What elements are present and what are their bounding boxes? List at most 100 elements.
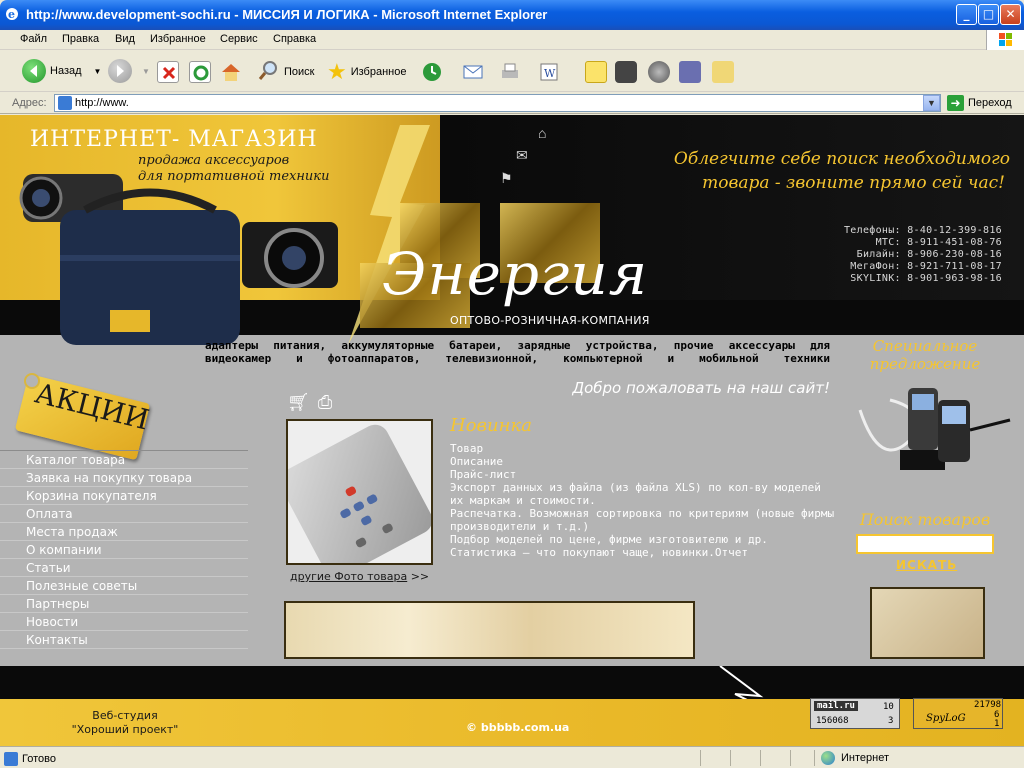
- slogan-line-1: Облегчите себе поиск необходимого: [673, 149, 1010, 169]
- product-line: Товар: [450, 442, 484, 455]
- history-icon[interactable]: [421, 61, 443, 83]
- phone-skylink: SKYLINK: 8-901-963-98-16: [850, 273, 1002, 284]
- more-photos-link[interactable]: другие Фото товара: [290, 570, 407, 583]
- close-button[interactable]: ✕: [1000, 4, 1021, 25]
- title-bar: e http://www.development-sochi.ru - МИСС…: [0, 0, 1024, 30]
- mailru-counter[interactable]: mail.ru 10 156068 3: [810, 698, 900, 729]
- spylog-counter[interactable]: 21798 SpyLoG 6 1: [913, 698, 1003, 729]
- menu-favorites[interactable]: Избранное: [150, 33, 206, 45]
- forward-dropdown-icon[interactable]: ▼: [142, 67, 150, 76]
- word-edit-icon[interactable]: W: [538, 61, 560, 83]
- nav-stores[interactable]: Места продаж: [0, 523, 248, 541]
- home-icon[interactable]: [220, 61, 242, 83]
- nav-about[interactable]: О компании: [0, 541, 248, 559]
- product-line: Подбор моделей по цене, фирме изготовите…: [450, 533, 768, 546]
- back-button[interactable]: Назад ▼: [22, 59, 101, 83]
- site-header: ИНТЕРНЕТ- МАГАЗИН продажа аксессуаров дл…: [0, 115, 1024, 345]
- windows-logo-icon: [986, 30, 1024, 50]
- camera-bag-image: [55, 185, 245, 360]
- nav-contacts[interactable]: Контакты: [0, 631, 248, 649]
- phone-list: Телефоны: 8-40-12-399-816 МТС: 8-911-451…: [790, 225, 1002, 285]
- product-image[interactable]: [286, 419, 433, 565]
- welcome-text: Добро пожаловать на наш сайт!: [572, 379, 830, 397]
- mailru-count-1: 10: [883, 702, 894, 712]
- folder-icon[interactable]: [712, 61, 734, 83]
- refresh-icon[interactable]: [189, 61, 211, 83]
- stop-icon[interactable]: [157, 61, 179, 83]
- messenger-icon[interactable]: [615, 61, 637, 83]
- print-icon[interactable]: ⎙: [318, 392, 332, 413]
- favorites-label: Избранное: [350, 66, 407, 78]
- phone-main: Телефоны: 8-40-12-399-816: [843, 225, 1002, 236]
- mailru-count-3: 3: [888, 716, 894, 726]
- spylog-logo: SpyLoG: [926, 713, 966, 724]
- promo-tag[interactable]: АКЦИИ: [6, 368, 152, 461]
- security-zone: Интернет: [814, 750, 1024, 766]
- web-page: ИНТЕРНЕТ- МАГАЗИН продажа аксессуаров дл…: [0, 115, 1024, 746]
- search-button[interactable]: Поиск: [258, 59, 314, 84]
- zone-label: Интернет: [841, 752, 889, 764]
- print-icon[interactable]: [499, 61, 521, 83]
- mail-icon[interactable]: [462, 61, 484, 83]
- shield-icon[interactable]: [648, 61, 670, 83]
- back-dropdown-icon[interactable]: ▼: [94, 67, 102, 76]
- address-bar: Адрес: http://www. ▼ ➜ Переход: [0, 92, 1024, 114]
- hotel-banner-image[interactable]: [284, 601, 695, 659]
- nav-tips[interactable]: Полезные советы: [0, 577, 248, 595]
- search-label: Поиск: [284, 65, 315, 78]
- nav-news[interactable]: Новости: [0, 613, 248, 631]
- spa-banner-image[interactable]: [870, 587, 985, 659]
- product-info: Товар Описание Прайс-лист Экспорт данных…: [450, 442, 835, 559]
- nav-cart[interactable]: Корзина покупателя: [0, 487, 248, 505]
- nav-order-request[interactable]: Заявка на покупку товара: [0, 469, 248, 487]
- nav-partners[interactable]: Партнеры: [0, 595, 248, 613]
- map-icon[interactable]: ⚑: [500, 170, 513, 187]
- nav-articles[interactable]: Статьи: [0, 559, 248, 577]
- company-logo[interactable]: Энергия: [382, 240, 648, 308]
- address-input[interactable]: http://www.: [54, 94, 941, 112]
- page-done-icon: [4, 752, 18, 766]
- menu-view[interactable]: Вид: [115, 33, 135, 45]
- nav-catalog[interactable]: Каталог товара: [0, 451, 248, 469]
- company-logo-subtitle: ОПТОВО-РОЗНИЧНАЯ-КОМПАНИЯ: [450, 314, 650, 327]
- phone-beeline: Билайн: 8-906-230-08-16: [856, 249, 1002, 260]
- special-offer-title: Специальное предложение: [869, 337, 981, 373]
- menu-edit[interactable]: Правка: [62, 33, 99, 45]
- mail-icon[interactable]: ✉: [516, 147, 528, 164]
- forward-button[interactable]: ▼: [108, 59, 150, 83]
- ie-icon: e: [6, 8, 18, 21]
- mobile-phone-image[interactable]: [850, 380, 1020, 475]
- favorites-button[interactable]: ★ Избранное: [327, 59, 406, 85]
- window-title: http://www.development-sochi.ru - МИССИЯ…: [26, 7, 548, 22]
- web-studio-credit[interactable]: Веб-студия "Хороший проект": [40, 709, 210, 737]
- research-icon[interactable]: [679, 61, 701, 83]
- search-button[interactable]: ИСКАТЬ: [896, 558, 957, 572]
- menu-bar: Файл Правка Вид Избранное Сервис Справка: [0, 30, 1024, 50]
- shop-subtitle-1: продажа аксессуаров: [138, 153, 290, 168]
- sidebar-nav: Каталог товара Заявка на покупку товара …: [0, 450, 248, 649]
- phone-mts: МТС: 8-911-451-08-76: [875, 237, 1002, 248]
- product-line: Экспорт данных из файла (из файла XLS) п…: [450, 481, 821, 507]
- search-input[interactable]: [856, 534, 994, 554]
- status-bar: Готово Интернет: [0, 746, 1024, 768]
- minimize-button[interactable]: _: [956, 4, 977, 25]
- search-icon: [258, 59, 280, 84]
- tagline: адаптеры питания, аккумуляторные батареи…: [205, 339, 830, 365]
- cart-icon[interactable]: 🛒︎: [287, 392, 310, 413]
- nav-payment[interactable]: Оплата: [0, 505, 248, 523]
- maximize-button[interactable]: □: [978, 4, 999, 25]
- home-icon[interactable]: ⌂: [538, 125, 546, 141]
- menu-file[interactable]: Файл: [20, 33, 47, 45]
- forward-arrow-icon: [108, 59, 132, 83]
- more-photos-arrow: >>: [410, 570, 430, 583]
- footer-band: [0, 666, 1024, 699]
- phone-megafon: МегаФон: 8-921-711-08-17: [850, 261, 1002, 272]
- status-text: Готово: [22, 753, 56, 765]
- address-dropdown-icon[interactable]: ▼: [923, 95, 940, 111]
- spylog-count-1: 21798: [974, 700, 1002, 710]
- menu-help[interactable]: Справка: [273, 33, 316, 45]
- menu-tools[interactable]: Сервис: [220, 33, 258, 45]
- go-button[interactable]: ➜ Переход: [947, 95, 1012, 111]
- back-arrow-icon: [22, 59, 46, 83]
- note-icon[interactable]: [585, 61, 607, 83]
